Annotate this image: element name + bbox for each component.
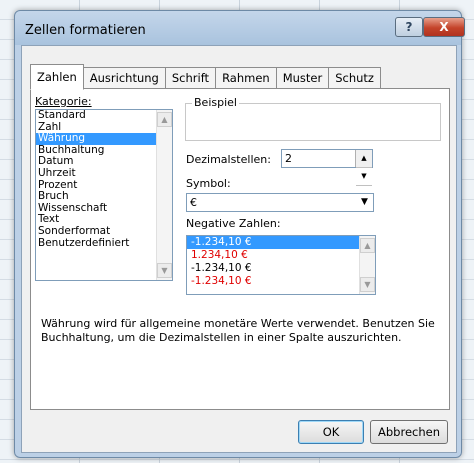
help-icon: ? bbox=[405, 20, 413, 34]
negative-items: -1.234,10 €1.234,10 € -1.234,10 € -1.234,1… bbox=[187, 236, 375, 288]
negative-format-item[interactable]: -1.234,10 € bbox=[187, 275, 375, 288]
format-cells-dialog: Zellen formatieren ? X Zahlen Ausrichtun… bbox=[14, 10, 465, 458]
chevron-down-icon[interactable]: ▼ bbox=[357, 195, 372, 210]
negative-zahlen-listbox[interactable]: -1.234,10 €1.234,10 € -1.234,10 € -1.234,1… bbox=[186, 235, 376, 295]
kategorie-label: Kategorie: bbox=[35, 95, 92, 108]
spin-down-icon[interactable]: ▼ bbox=[356, 168, 372, 186]
kategorie-item[interactable]: Sonderformat bbox=[36, 225, 172, 238]
dezimalstellen-label: Dezimalstellen: bbox=[186, 153, 271, 166]
symbol-value: € bbox=[190, 196, 197, 209]
tab-rahmen[interactable]: Rahmen bbox=[215, 67, 277, 88]
symbol-label: Symbol: bbox=[186, 177, 231, 190]
negative-format-item[interactable]: -1.234,10 € bbox=[187, 262, 375, 275]
kategorie-item[interactable]: Uhrzeit bbox=[36, 167, 172, 180]
negative-zahlen-label: Negative Zahlen: bbox=[186, 217, 281, 230]
dialog-client-area: Zahlen Ausrichtung Schrift Rahmen Muster… bbox=[21, 45, 457, 453]
dezimalstellen-spinner[interactable]: ▲ ▼ bbox=[355, 150, 372, 186]
scroll-down-icon[interactable]: ▼ bbox=[157, 263, 172, 278]
kategorie-items: Standard Zahl Währung Buchhaltung Datum Uhrze… bbox=[36, 110, 172, 249]
beispiel-groupbox: Beispiel bbox=[185, 96, 441, 141]
negative-scrollbar[interactable]: ▲ ▼ bbox=[359, 236, 375, 294]
symbol-select[interactable]: € ▼ bbox=[186, 193, 374, 212]
close-button[interactable]: X bbox=[423, 17, 465, 37]
kategorie-item[interactable]: Standard bbox=[36, 110, 172, 122]
spin-up-icon[interactable]: ▲ bbox=[356, 150, 372, 168]
tab-ausrichtung[interactable]: Ausrichtung bbox=[82, 67, 166, 88]
dialog-title: Zellen formatieren bbox=[25, 23, 146, 38]
scroll-up-icon[interactable]: ▲ bbox=[360, 238, 375, 253]
cancel-button[interactable]: Abbrechen bbox=[370, 420, 448, 444]
close-icon: X bbox=[439, 20, 449, 34]
kategorie-item[interactable]: Benutzerdefiniert bbox=[36, 237, 172, 250]
ok-button[interactable]: OK bbox=[298, 420, 364, 444]
title-bar: Zellen formatieren ? X bbox=[15, 11, 465, 45]
kategorie-scrollbar[interactable]: ▲ ▼ bbox=[156, 110, 172, 280]
negative-format-item[interactable]: -1.234,10 € bbox=[187, 236, 375, 249]
beispiel-label: Beispiel bbox=[192, 96, 239, 109]
category-description: Währung wird für allgemeine monetäre Wer… bbox=[41, 317, 435, 344]
dezimalstellen-input[interactable]: 2 ▲ ▼ bbox=[281, 149, 373, 186]
negative-format-item[interactable]: 1.234,10 € bbox=[187, 249, 375, 262]
kategorie-listbox[interactable]: Standard Zahl Währung Buchhaltung Datum Uhrze… bbox=[35, 109, 173, 281]
kategorie-item[interactable]: Bruch bbox=[36, 191, 172, 203]
tab-panel-zahlen: Kategorie: Standard Zahl Währung Buchhaltun… bbox=[30, 88, 450, 410]
tab-muster[interactable]: Muster bbox=[275, 67, 330, 88]
tab-schrift[interactable]: Schrift bbox=[164, 67, 217, 88]
scroll-down-icon[interactable]: ▼ bbox=[360, 277, 375, 292]
tab-zahlen[interactable]: Zahlen bbox=[30, 64, 84, 90]
dezimalstellen-value: 2 bbox=[285, 152, 292, 165]
scroll-up-icon[interactable]: ▲ bbox=[157, 112, 172, 127]
tab-schutz[interactable]: Schutz bbox=[328, 67, 381, 88]
help-button[interactable]: ? bbox=[395, 17, 423, 37]
tab-strip: Zahlen Ausrichtung Schrift Rahmen Muster… bbox=[30, 64, 381, 90]
